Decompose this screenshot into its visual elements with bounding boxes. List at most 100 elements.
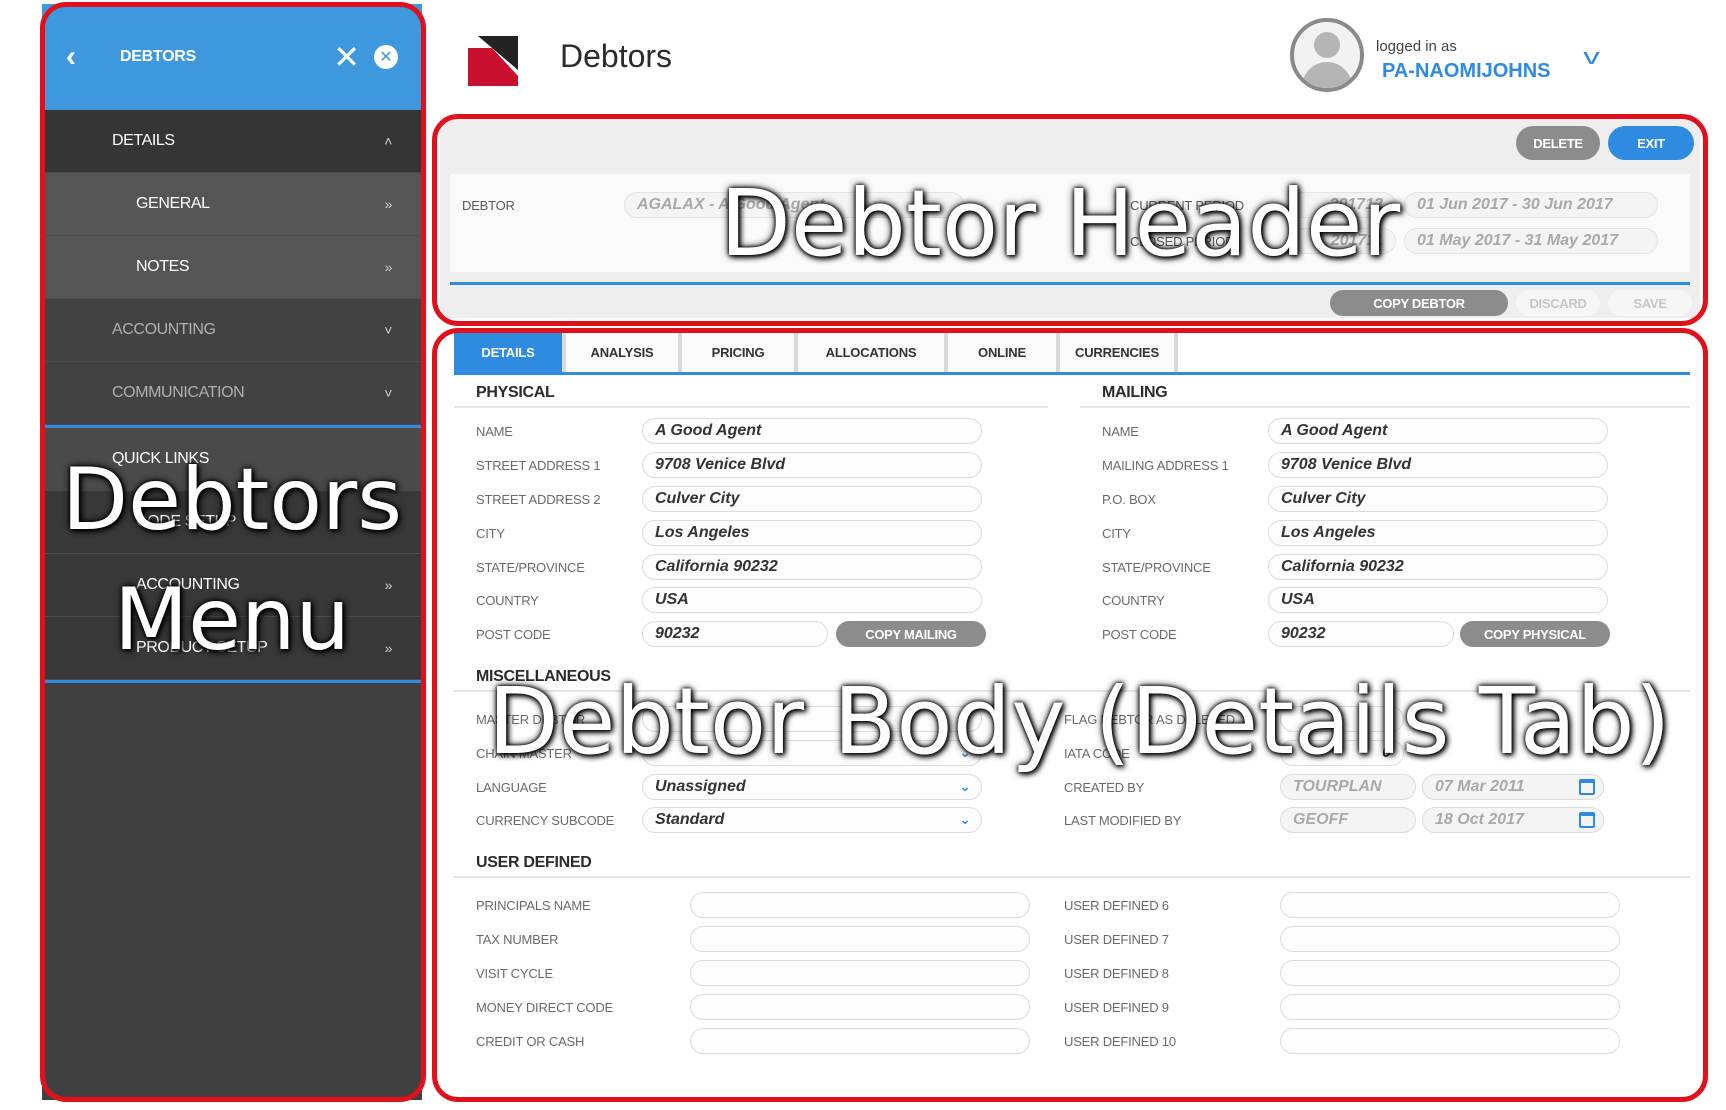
sidebar-item-general[interactable]: GENERAL » [42, 173, 422, 236]
modified-date-field: 18 Oct 2017 [1422, 807, 1604, 833]
sidebar-item-ql-accounting[interactable]: ACCOUNTING » [42, 554, 422, 617]
created-date-field: 07 Mar 2011 [1422, 774, 1604, 800]
tabs-divider [454, 372, 1690, 375]
field-label: IATA CODE [1064, 746, 1130, 761]
field-label: VISIT CYCLE [476, 966, 554, 981]
tab-analysis[interactable]: ANALYSIS [566, 332, 682, 372]
sidebar-item-label: QUICK LINKS [112, 450, 209, 467]
field-label: LANGUAGE [476, 780, 547, 795]
field-label: NAME [1102, 424, 1139, 439]
created-date-value: 07 Mar 2011 [1435, 778, 1525, 795]
sidebar-item-label: ACCOUNTING [112, 321, 216, 338]
physical-country-field[interactable]: USA [642, 587, 982, 613]
tab-pricing[interactable]: PRICING [682, 332, 798, 372]
iata-code-field[interactable]: 0 [1280, 740, 1404, 766]
physical-city-field[interactable]: Los Angeles [642, 520, 982, 546]
pin-close-glyph: ✕ [379, 49, 393, 66]
current-period-range: 01 Jun 2017 - 30 Jun 2017 [1404, 192, 1658, 218]
chevron-right-icon: » [384, 259, 393, 275]
copy-mailing-button[interactable]: COPY MAILING [836, 621, 986, 647]
mailing-address1-field[interactable]: 9708 Venice Blvd [1268, 452, 1608, 478]
debtor-field[interactable]: AGALAX - A Good Agent [624, 192, 964, 218]
sidebar-item-notes[interactable]: NOTES » [42, 236, 422, 299]
field-label: STATE/PROVINCE [1102, 560, 1211, 575]
mailing-pobox-field[interactable]: Culver City [1268, 486, 1608, 512]
credit-or-cash-field[interactable] [690, 1028, 1030, 1054]
sidebar-item-communication[interactable]: COMMUNICATION ˅ [42, 362, 422, 425]
modified-by-field: GEOFF [1280, 807, 1416, 833]
sidebar-item-details[interactable]: DETAILS ˄ [42, 110, 422, 173]
physical-state-field[interactable]: California 90232 [642, 554, 982, 580]
physical-name-field[interactable]: A Good Agent [642, 418, 982, 444]
flag-deleted-field[interactable] [1280, 706, 1404, 732]
username[interactable]: PA-NAOMIJOHNS [1382, 60, 1551, 83]
physical-postcode-field[interactable]: 90232 [642, 621, 828, 647]
header-divider [450, 282, 1690, 285]
user-defined-8-field[interactable] [1280, 960, 1620, 986]
physical-divider [454, 406, 1048, 408]
sidebar-item-label: GENERAL [136, 195, 210, 212]
discard-button[interactable]: DISCARD [1516, 290, 1600, 316]
user-defined-10-field[interactable] [1280, 1028, 1620, 1054]
chevron-down-icon: ˅ [384, 385, 392, 401]
currency-subcode-select[interactable]: Standard ⌄ [642, 807, 982, 833]
closed-period-code: 201711 [1290, 228, 1396, 254]
sidebar-item-label: COMMUNICATION [112, 384, 245, 401]
mailing-state-field[interactable]: California 90232 [1268, 554, 1608, 580]
visit-cycle-field[interactable] [690, 960, 1030, 986]
tab-details[interactable]: DETAILS [454, 332, 566, 372]
user-defined-6-field[interactable] [1280, 892, 1620, 918]
sidebar-header: ‹ DEBTORS ✕ ✕ [42, 4, 422, 110]
tab-allocations[interactable]: ALLOCATIONS [798, 332, 948, 372]
tab-online[interactable]: ONLINE [948, 332, 1060, 372]
sidebar-title: DEBTORS [120, 48, 196, 65]
field-label: NAME [476, 424, 513, 439]
exit-button[interactable]: EXIT [1608, 126, 1694, 160]
field-label: PRINCIPALS NAME [476, 898, 591, 913]
sidebar-item-quick-links[interactable]: QUICK LINKS [42, 425, 422, 491]
brand-logo [468, 36, 518, 86]
mailing-postcode-field[interactable]: 90232 [1268, 621, 1454, 647]
tax-number-field[interactable] [690, 926, 1030, 952]
chevron-right-icon: » [384, 577, 393, 593]
copy-debtor-button[interactable]: COPY DEBTOR [1330, 290, 1508, 316]
calendar-icon[interactable] [1579, 812, 1595, 828]
physical-street1-field[interactable]: 9708 Venice Blvd [642, 452, 982, 478]
currency-subcode-value: Standard [655, 811, 725, 828]
sidebar-item-product-setup[interactable]: PRODUCT SETUP » [42, 617, 422, 680]
mailing-country-field[interactable]: USA [1268, 587, 1608, 613]
chain-master-select[interactable]: ⌄ [642, 740, 982, 766]
delete-button[interactable]: DELETE [1516, 126, 1600, 160]
mailing-title: MAILING [1102, 384, 1168, 401]
pin-close-icon[interactable]: ✕ [374, 45, 398, 69]
field-label: CURRENCY SUBCODE [476, 813, 615, 828]
user-defined-9-field[interactable] [1280, 994, 1620, 1020]
calendar-icon[interactable] [1579, 779, 1595, 795]
master-debtor-field[interactable] [642, 706, 982, 732]
field-label: USER DEFINED 7 [1064, 932, 1169, 947]
avatar[interactable] [1290, 18, 1364, 92]
tab-currencies[interactable]: CURRENCIES [1060, 332, 1178, 372]
page-title: Debtors [560, 38, 673, 74]
app-window: ‹ DEBTORS ✕ ✕ DETAILS ˄ GENERAL » NOTES … [0, 0, 1726, 1110]
copy-physical-button[interactable]: COPY PHYSICAL [1460, 621, 1610, 647]
back-icon[interactable]: ‹ [66, 40, 106, 74]
misc-divider [454, 690, 1690, 692]
principals-name-field[interactable] [690, 892, 1030, 918]
money-direct-code-field[interactable] [690, 994, 1030, 1020]
close-icon[interactable]: ✕ [333, 38, 360, 76]
field-label: FLAG DEBTOR AS DELETED [1064, 712, 1235, 727]
mailing-city-field[interactable]: Los Angeles [1268, 520, 1608, 546]
mailing-name-field[interactable]: A Good Agent [1268, 418, 1608, 444]
chevron-down-icon[interactable]: v [1583, 44, 1600, 70]
modified-date-value: 18 Oct 2017 [1435, 811, 1524, 828]
sidebar-item-code-setup[interactable]: CODE SETUP [42, 491, 422, 554]
user-defined-7-field[interactable] [1280, 926, 1620, 952]
mailing-divider [1080, 406, 1690, 408]
language-select[interactable]: Unassigned ⌄ [642, 774, 982, 800]
physical-street2-field[interactable]: Culver City [642, 486, 982, 512]
sidebar-item-accounting[interactable]: ACCOUNTING ˅ [42, 299, 422, 362]
current-period-label: CURRENT PERIOD [1130, 198, 1244, 213]
save-button[interactable]: SAVE [1608, 290, 1692, 316]
debtors-menu: ‹ DEBTORS ✕ ✕ DETAILS ˄ GENERAL » NOTES … [42, 4, 422, 1100]
